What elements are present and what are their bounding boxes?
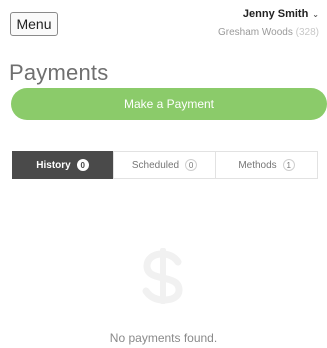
dollar-icon (142, 248, 183, 304)
tab-label: Methods (238, 159, 277, 171)
community-info: Gresham Woods (328) (218, 27, 319, 38)
page-title: Payments (9, 60, 109, 85)
user-menu[interactable]: Jenny Smith ⌄ (243, 8, 319, 20)
tab-count-badge: 1 (282, 159, 295, 171)
empty-state-message: No payments found. (109, 331, 218, 345)
payment-tabs: History 0 Scheduled 0 Methods 1 (12, 151, 318, 179)
tab-label: History (36, 159, 71, 171)
tab-methods[interactable]: Methods 1 (215, 152, 317, 178)
chevron-down-icon: ⌄ (312, 9, 319, 19)
tab-label: Scheduled (131, 159, 180, 171)
community-code: (328) (295, 27, 319, 38)
user-name: Jenny Smith (242, 8, 309, 20)
tab-history[interactable]: History 0 (12, 151, 113, 179)
make-payment-button[interactable]: Make a Payment (11, 88, 327, 120)
menu-button[interactable]: Menu (10, 12, 58, 36)
tab-count-badge: 0 (76, 159, 89, 171)
community-name: Gresham Woods (218, 27, 293, 38)
tab-count-badge: 0 (185, 159, 198, 171)
tab-scheduled[interactable]: Scheduled 0 (113, 152, 215, 178)
